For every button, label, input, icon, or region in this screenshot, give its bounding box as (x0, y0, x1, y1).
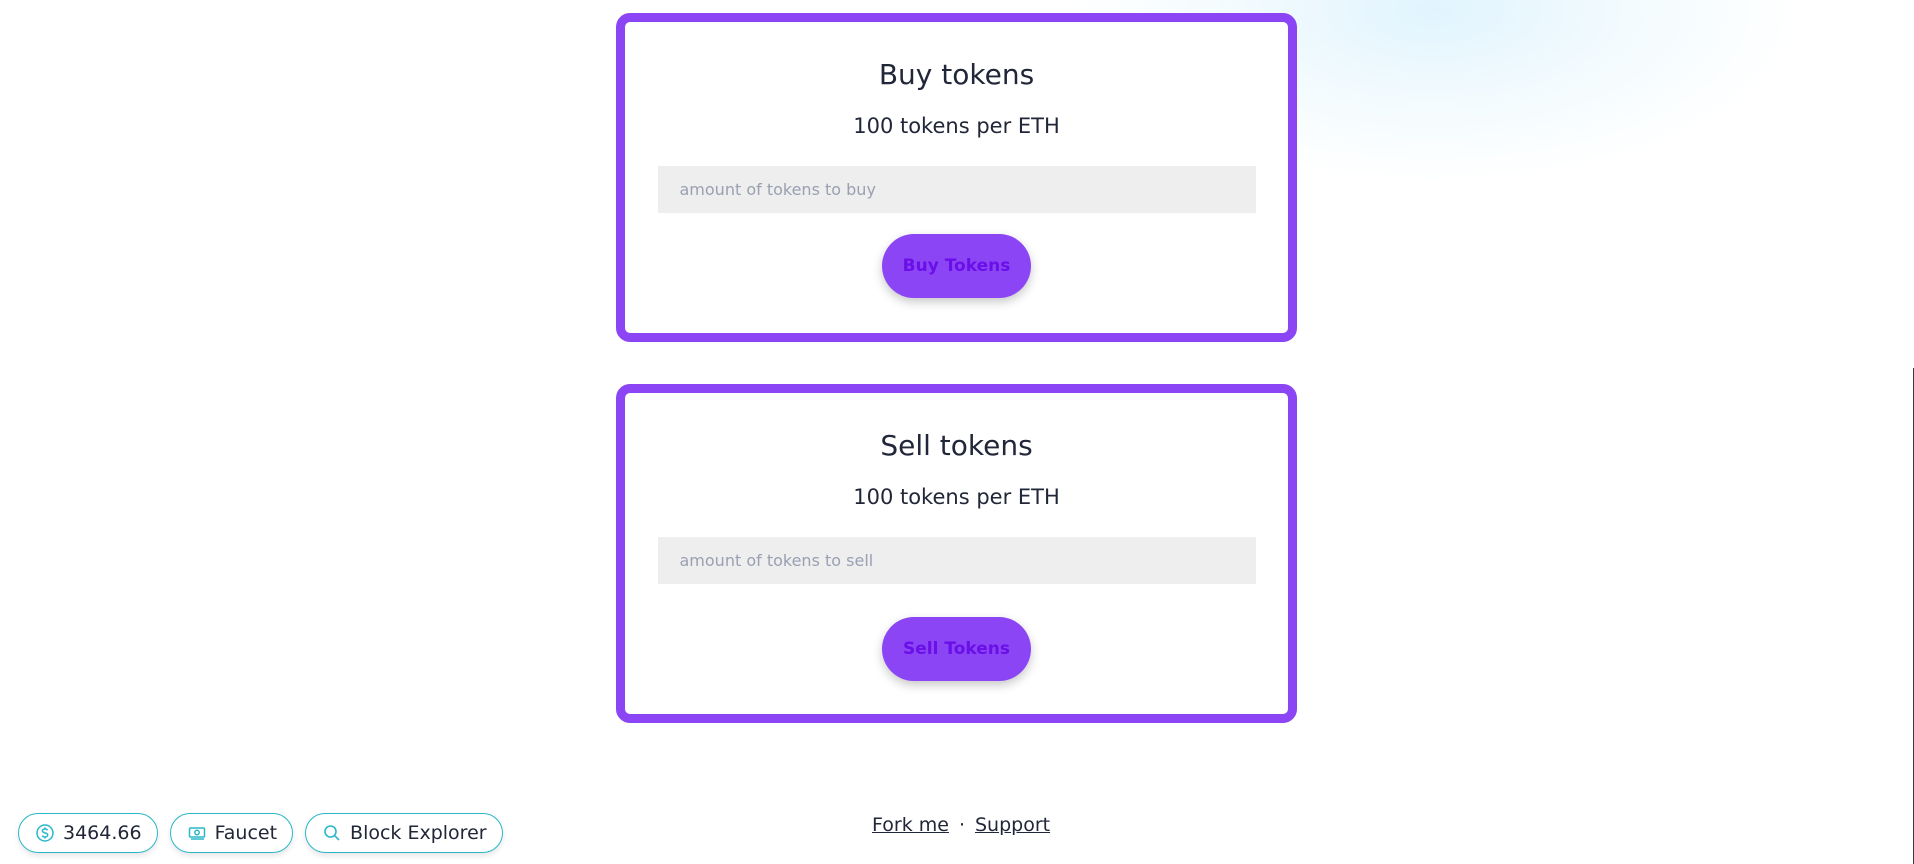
sell-rate-text: 100 tokens per ETH (853, 484, 1060, 509)
buy-tokens-title: Buy tokens (878, 58, 1035, 91)
balance-pill[interactable]: 3464.66 (18, 813, 158, 853)
fork-me-link[interactable]: Fork me (872, 814, 949, 836)
dollar-circle-icon (35, 823, 55, 843)
footer-separator: · (958, 814, 965, 836)
sell-tokens-button[interactable]: Sell Tokens (882, 616, 1031, 681)
block-explorer-button[interactable]: Block Explorer (305, 813, 503, 853)
buy-tokens-card: Buy tokens 100 tokens per ETH Buy Tokens (616, 13, 1297, 342)
sell-tokens-card: Sell tokens 100 tokens per ETH Sell Toke… (616, 384, 1297, 723)
buy-amount-input[interactable] (657, 165, 1256, 213)
block-explorer-label: Block Explorer (350, 822, 487, 844)
search-icon (322, 823, 342, 843)
banknotes-icon (187, 823, 207, 843)
faucet-label: Faucet (214, 822, 278, 844)
page: Buy tokens 100 tokens per ETH Buy Tokens… (0, 0, 1914, 864)
sell-amount-input[interactable] (657, 536, 1256, 584)
footer-links: Fork me · Support (872, 814, 1050, 836)
balance-value: 3464.66 (63, 822, 142, 844)
sell-tokens-title: Sell tokens (880, 429, 1033, 462)
footer-toolbar: 3464.66 Faucet Block Explorer (18, 813, 503, 853)
buy-tokens-button[interactable]: Buy Tokens (881, 233, 1032, 298)
support-link[interactable]: Support (975, 814, 1050, 836)
buy-rate-text: 100 tokens per ETH (853, 113, 1060, 138)
faucet-button[interactable]: Faucet (169, 813, 294, 853)
